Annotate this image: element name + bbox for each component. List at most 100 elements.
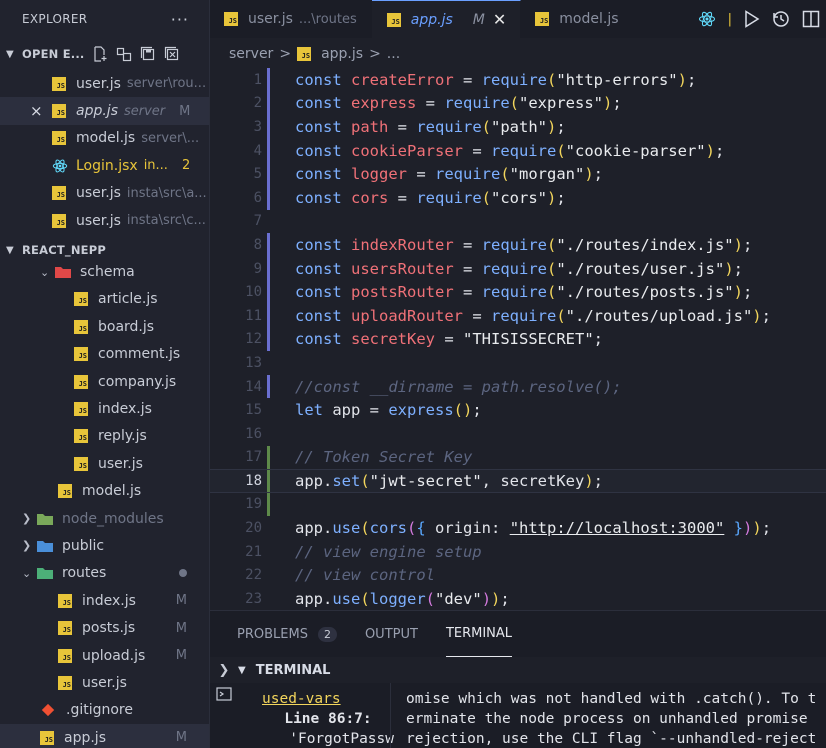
tree-item-label: user.js bbox=[82, 674, 127, 691]
tree-file[interactable]: .gitignore bbox=[0, 697, 209, 724]
tree-file[interactable]: JS article.js bbox=[0, 286, 209, 313]
code-line[interactable]: 6 const cors = require("cors"); bbox=[210, 185, 826, 210]
open-editor-item[interactable]: Login.jsx in... 2 bbox=[0, 152, 209, 179]
open-editor-item[interactable]: JS user.js insta\src\a... bbox=[0, 180, 209, 207]
code-line[interactable]: 5 const logger = require("morgan"); bbox=[210, 162, 826, 186]
code-line[interactable]: 11 const uploadRouter = require("./routes… bbox=[210, 303, 826, 328]
open-editor-item[interactable]: JS user.js server\rou... bbox=[0, 70, 209, 97]
chevron-down-icon[interactable]: ⌄ bbox=[22, 567, 36, 580]
code-line[interactable]: 8 const indexRouter = require("./routes/i… bbox=[210, 233, 826, 257]
code-line[interactable]: 9 const usersRouter = require("./routes/u… bbox=[210, 256, 826, 281]
code-line[interactable]: 10 const postsRouter = require("./routes/… bbox=[210, 280, 826, 304]
line-number: 22 bbox=[245, 567, 262, 584]
react-icon[interactable] bbox=[698, 10, 716, 28]
code-token: cors bbox=[369, 519, 407, 538]
code-line[interactable]: 3 const path = require("path"); bbox=[210, 115, 826, 139]
open-editor-item[interactable]: JS user.js insta\src\c... bbox=[0, 207, 209, 234]
history-icon[interactable] bbox=[772, 10, 790, 28]
code-line[interactable]: 22 // view control bbox=[210, 563, 826, 587]
close-all-icon[interactable] bbox=[164, 46, 180, 62]
code-text: const createError = require("http-errors… bbox=[295, 68, 696, 92]
tree-folder[interactable]: ⌄ schema bbox=[0, 258, 209, 285]
close-icon[interactable]: × bbox=[30, 102, 43, 120]
tree-file[interactable]: JS reply.js bbox=[0, 423, 209, 450]
js-file-icon: JS bbox=[224, 12, 238, 26]
code-line[interactable]: 18 app. set("jwt-secret", secretKey); bbox=[210, 469, 826, 493]
code-line[interactable]: 14 //const __dirname = path.resolve(); bbox=[210, 374, 826, 399]
open-editor-item[interactable]: JS model.js server\... bbox=[0, 125, 209, 152]
tree-file[interactable]: JS model.js bbox=[0, 477, 209, 504]
more-actions-icon[interactable]: ··· bbox=[171, 10, 189, 29]
js-file-icon: JS bbox=[386, 12, 401, 27]
new-folder-icon[interactable] bbox=[116, 46, 132, 62]
new-file-icon[interactable] bbox=[92, 46, 108, 62]
chevron-right-icon[interactable]: ❯ bbox=[22, 539, 36, 552]
tree-item-label: company.js bbox=[98, 373, 177, 390]
chevron-down-icon[interactable]: ⌄ bbox=[40, 266, 54, 279]
tree-file[interactable]: JS index.js bbox=[0, 395, 209, 422]
code-line[interactable]: 17 // Token Secret Key bbox=[210, 445, 826, 470]
tree-file[interactable]: JS user.js bbox=[0, 669, 209, 696]
terminal-output[interactable]: used-vars Line 86:7: 'ForgotPassw omise … bbox=[210, 683, 826, 748]
tree-file[interactable]: JS board.js bbox=[0, 313, 209, 340]
explorer-sidebar: EXPLORER ··· ▼ OPEN E... JS user.js server… bbox=[0, 0, 210, 748]
open-editors-header[interactable]: ▼ OPEN E... bbox=[0, 38, 209, 70]
terminal-icon[interactable] bbox=[216, 687, 234, 703]
code-token: // view control bbox=[295, 566, 435, 585]
chevron-right-icon[interactable]: ❯ bbox=[22, 512, 36, 525]
tab-output[interactable]: OUTPUT bbox=[365, 611, 418, 657]
split-divider[interactable] bbox=[390, 683, 391, 748]
code-line[interactable]: 19 bbox=[210, 492, 826, 517]
code-editor[interactable]: 1 const createError = require("http-error… bbox=[210, 68, 826, 610]
close-icon[interactable]: ✕ bbox=[493, 10, 506, 29]
code-token: ) bbox=[733, 235, 743, 254]
code-line[interactable]: 4 const cookieParser = require("cookie-pa… bbox=[210, 138, 826, 163]
line-number: 2 bbox=[253, 95, 262, 112]
code-token: require bbox=[444, 94, 510, 113]
code-line[interactable]: 15 let app = express(); bbox=[210, 398, 826, 422]
tree-file[interactable]: JS user.js bbox=[0, 450, 209, 477]
breadcrumb-file[interactable]: app.js bbox=[321, 46, 363, 62]
tree-folder[interactable]: ⌄ routes bbox=[0, 560, 209, 587]
tab-problems[interactable]: PROBLEMS 2 bbox=[237, 611, 337, 657]
tree-file[interactable]: JS posts.js M bbox=[0, 614, 209, 641]
git-change-marker bbox=[267, 256, 270, 281]
tree-file[interactable]: JS index.js M bbox=[0, 587, 209, 614]
code-token: ; bbox=[742, 283, 753, 302]
split-editor-icon[interactable] bbox=[802, 10, 820, 28]
code-token: ) bbox=[752, 306, 762, 325]
code-line[interactable]: 12 const secretKey = "THISISSECRET"; bbox=[210, 327, 826, 352]
save-all-icon[interactable] bbox=[140, 46, 156, 62]
code-token: app. bbox=[295, 519, 333, 538]
tree-file[interactable]: JS company.js bbox=[0, 368, 209, 395]
tree-item-label: posts.js bbox=[82, 620, 136, 637]
rule-link[interactable]: used-vars bbox=[262, 689, 394, 709]
breadcrumb-symbol[interactable]: ... bbox=[387, 46, 400, 62]
chevron-right-icon[interactable]: ❯ bbox=[210, 663, 238, 678]
code-token: use bbox=[332, 589, 361, 608]
code-line[interactable]: 13 bbox=[210, 351, 826, 375]
run-icon[interactable] bbox=[744, 10, 760, 28]
tab-terminal[interactable]: TERMINAL bbox=[445, 611, 513, 657]
tab-model-js[interactable]: JS model.js bbox=[521, 0, 634, 38]
tree-file[interactable]: JS app.js M bbox=[0, 723, 209, 748]
tab-user-js[interactable]: JS user.js ...\routes bbox=[210, 0, 372, 38]
code-line[interactable]: 7 bbox=[210, 210, 826, 234]
open-editor-item[interactable]: × JS app.js server M bbox=[0, 97, 209, 125]
breadcrumb-folder[interactable]: server bbox=[229, 46, 273, 62]
code-line[interactable]: 21 // view engine setup bbox=[210, 540, 826, 564]
code-token: = bbox=[462, 141, 491, 160]
tree-folder[interactable]: ❯ node_modules bbox=[0, 505, 209, 532]
code-line[interactable]: 1 const createError = require("http-error… bbox=[210, 68, 826, 92]
tree-file[interactable]: JS upload.js M bbox=[0, 642, 209, 669]
code-line[interactable]: 20 app. use(cors({ origin: "http://localho… bbox=[210, 516, 826, 540]
tree-folder[interactable]: ❯ public bbox=[0, 532, 209, 559]
code-line[interactable]: 16 bbox=[210, 422, 826, 446]
tab-app-js[interactable]: JS app.js M ✕ bbox=[371, 0, 522, 38]
tree-file[interactable]: JS comment.js bbox=[0, 341, 209, 368]
code-line[interactable]: 2 const express = require("express"); bbox=[210, 91, 826, 116]
line-number: 13 bbox=[245, 354, 262, 371]
terminal-section-header[interactable]: ❯ ▼ TERMINAL bbox=[210, 657, 826, 683]
code-line[interactable]: 23 app. use(logger("dev")); bbox=[210, 587, 826, 610]
code-text: const secretKey = "THISISSECRET"; bbox=[295, 328, 603, 352]
